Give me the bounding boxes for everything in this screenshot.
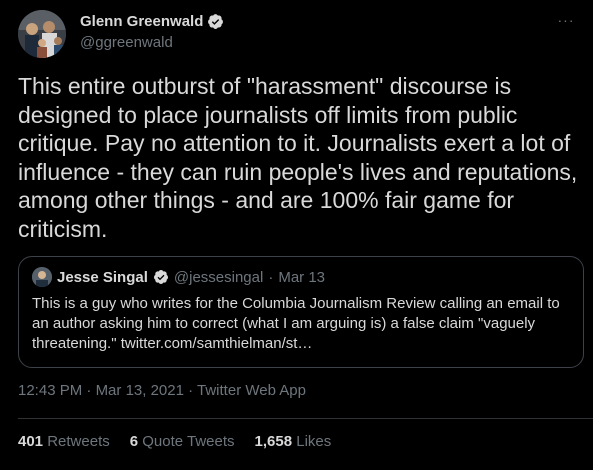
quoted-author-handle: @jessesingal <box>173 268 264 286</box>
tweet-header: Glenn Greenwald @ggreenwald ··· <box>18 10 578 64</box>
likes-count: 1,658 <box>254 433 293 450</box>
verified-badge-icon <box>153 270 168 284</box>
tweet-date[interactable]: Mar 13, 2021 <box>96 382 184 399</box>
divider <box>18 418 593 419</box>
quoted-tweet-card[interactable]: Jesse Singal @jessesingal · Mar 13 This … <box>18 256 584 368</box>
quote-tweets-count: 6 <box>129 433 139 450</box>
quoted-tweet-header: Jesse Singal @jessesingal · Mar 13 <box>32 267 325 287</box>
author-display-name[interactable]: Glenn Greenwald <box>80 13 203 30</box>
author-name-row: Glenn Greenwald <box>80 13 224 30</box>
quote-tweets-stat[interactable]: 6 Quote Tweets <box>130 433 235 450</box>
author-handle[interactable]: @ggreenwald <box>80 34 224 51</box>
author-avatar[interactable] <box>18 10 66 58</box>
retweets-label: Retweets <box>47 433 110 450</box>
quote-tweets-label: Quote Tweets <box>142 433 235 450</box>
quoted-author-avatar <box>32 267 52 287</box>
more-options-icon[interactable]: ··· <box>554 12 578 32</box>
retweets-stat[interactable]: 401 Retweets <box>18 433 110 450</box>
quoted-separator: · <box>268 268 274 286</box>
tweet-source[interactable]: Twitter Web App <box>197 382 306 399</box>
quoted-date: Mar 13 <box>278 268 326 286</box>
meta-separator: · <box>82 382 96 399</box>
tweet-text: This entire outburst of "harassment" dis… <box>18 73 578 242</box>
quoted-author-display-name: Jesse Singal <box>57 268 148 286</box>
quoted-tweet-text: This is a guy who writes for the Columbi… <box>32 295 560 352</box>
meta-separator: · <box>183 382 198 399</box>
retweets-count: 401 <box>18 433 44 450</box>
verified-badge-icon <box>208 14 224 29</box>
author-name-block: Glenn Greenwald @ggreenwald <box>80 13 224 51</box>
tweet-metadata: 12:43 PM · Mar 13, 2021 · Twitter Web Ap… <box>18 382 306 399</box>
likes-label: Likes <box>296 433 332 450</box>
likes-stat[interactable]: 1,658 Likes <box>255 433 332 450</box>
tweet-time[interactable]: 12:43 PM <box>18 382 82 399</box>
engagement-stats: 401 Retweets 6 Quote Tweets 1,658 Likes <box>18 433 331 450</box>
